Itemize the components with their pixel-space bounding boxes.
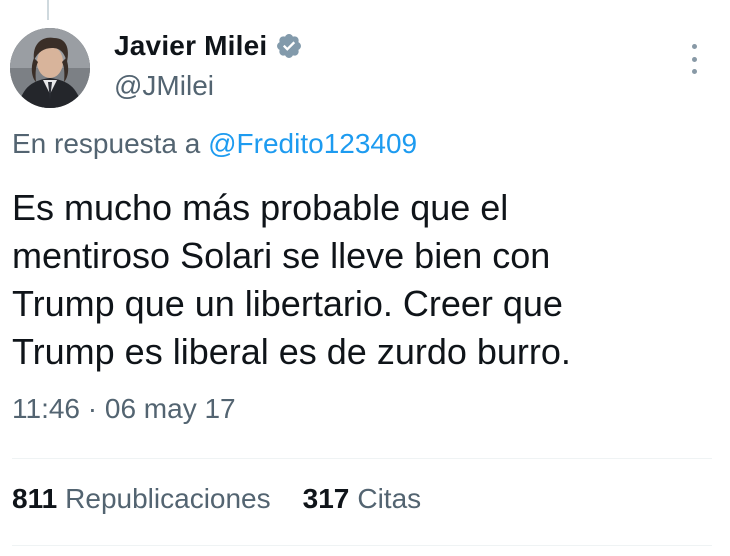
reply-context: En respuesta a @Fredito123409 — [12, 128, 417, 160]
quotes-count[interactable]: 317 — [303, 483, 350, 515]
tweet-text-line: Trump es liberal es de zurdo burro. — [12, 331, 571, 372]
tweet-text: Es mucho más probable que el mentiroso S… — [12, 184, 712, 376]
divider — [12, 545, 712, 546]
reposts-label[interactable]: Republicaciones — [65, 483, 270, 515]
avatar-image — [10, 28, 90, 108]
reposts-count[interactable]: 811 — [12, 483, 57, 515]
quotes-label[interactable]: Citas — [357, 483, 421, 515]
author-name-row: Javier Milei — [114, 30, 303, 62]
more-options-icon[interactable] — [684, 44, 704, 74]
reply-prefix: En respuesta a — [12, 128, 201, 159]
avatar[interactable] — [10, 28, 90, 108]
verified-badge-icon[interactable] — [275, 32, 303, 60]
tweet-text-line: mentiroso Solari se lleve bien con — [12, 235, 551, 276]
divider — [12, 458, 712, 459]
tweet-stats: 811 Republicaciones 317 Citas — [12, 483, 421, 515]
tweet-text-line: Es mucho más probable que el — [12, 187, 509, 228]
reply-mention-link[interactable]: @Fredito123409 — [208, 128, 417, 159]
author-name[interactable]: Javier Milei — [114, 30, 267, 62]
tweet-text-line: Trump que un libertario. Creer que — [12, 283, 563, 324]
author-handle[interactable]: @JMilei — [114, 70, 214, 102]
tweet-timestamp[interactable]: 11:46 · 06 may 17 — [12, 393, 236, 425]
tweet-header: Javier Milei @JMilei — [0, 0, 730, 120]
